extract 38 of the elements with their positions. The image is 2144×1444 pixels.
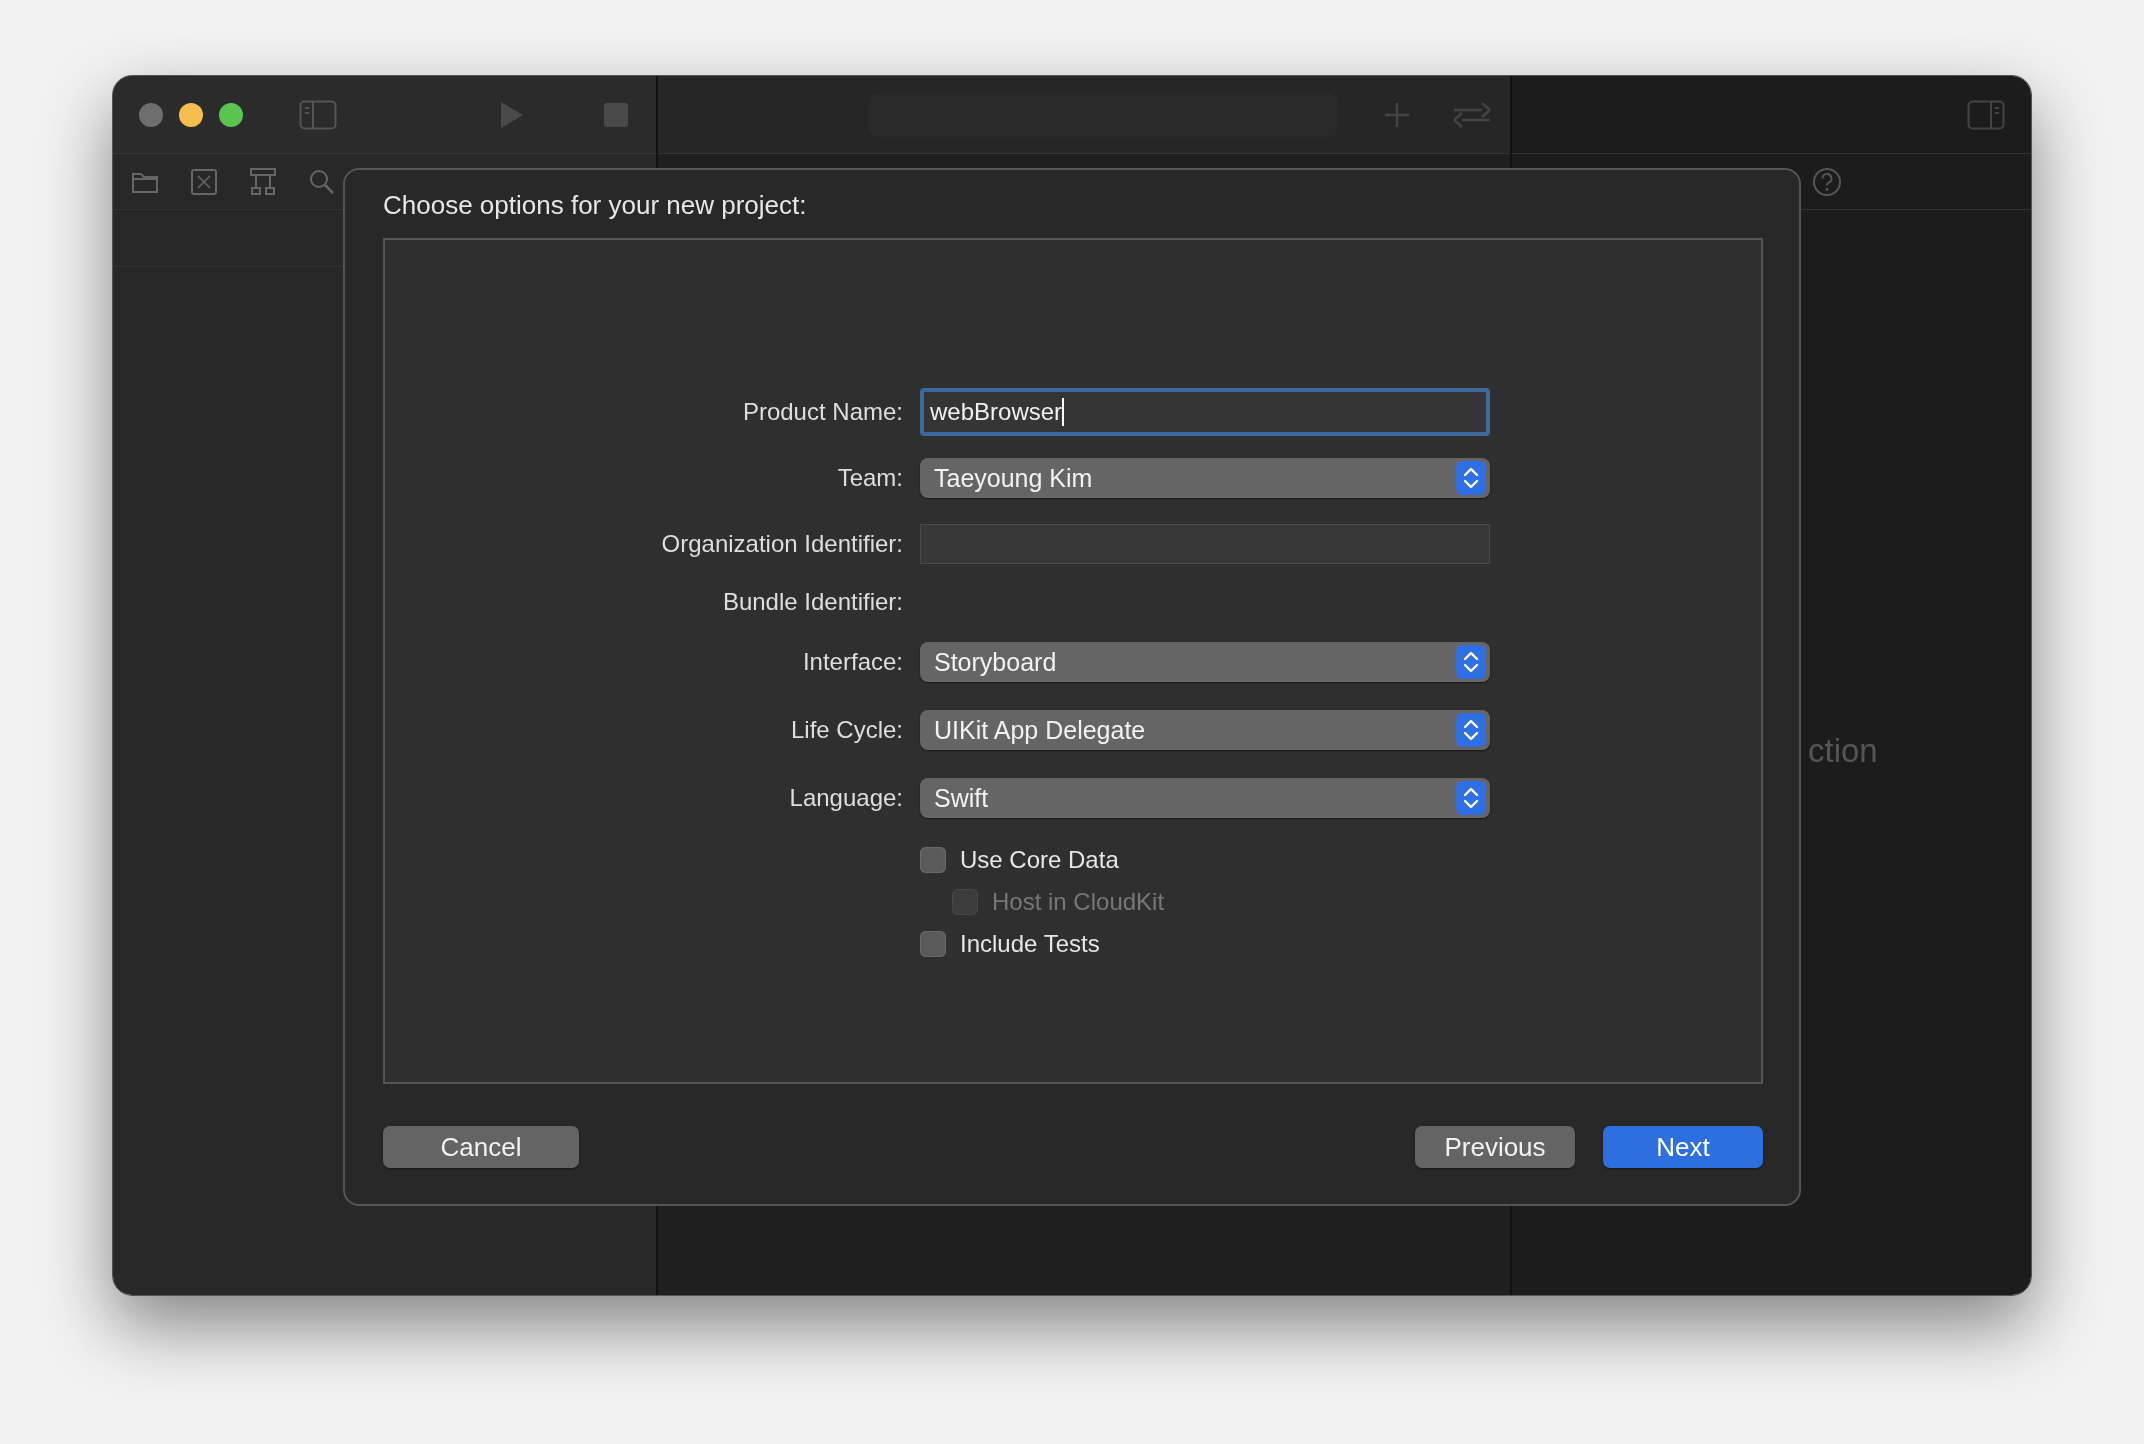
popup-button[interactable]: Taeyoung Kim	[920, 458, 1490, 498]
next-button[interactable]: Next	[1603, 1126, 1763, 1168]
checkbox[interactable]	[920, 847, 946, 873]
checkbox[interactable]	[920, 931, 946, 957]
search-icon[interactable]	[309, 168, 335, 195]
stepper-icon	[1456, 713, 1486, 747]
placeholder-text: ction	[1808, 732, 1878, 770]
hierarchy-icon[interactable]	[249, 167, 277, 196]
stepper-icon	[1456, 781, 1486, 815]
field-label: Interface:	[801, 647, 903, 677]
popup-button[interactable]: Swift	[920, 778, 1490, 818]
field-label: Language:	[788, 783, 903, 813]
inspector-toggle-icon[interactable]	[1967, 99, 2005, 130]
field-label: Organization Identifier:	[660, 529, 903, 559]
previous-button[interactable]: Previous	[1415, 1126, 1575, 1168]
field-label: Bundle Identifier:	[721, 587, 903, 617]
field-label: Team:	[836, 463, 903, 493]
field-label: Life Cycle:	[789, 715, 903, 745]
checkbox-label[interactable]: Use Core Data	[960, 846, 1119, 874]
add-icon[interactable]	[1384, 101, 1410, 128]
cancel-button[interactable]: Cancel	[383, 1126, 579, 1168]
stop-icon[interactable]	[603, 101, 629, 128]
stepper-icon	[1456, 461, 1486, 495]
field-label: Product Name:	[741, 397, 903, 427]
help-icon[interactable]	[1812, 166, 1842, 197]
dialog-title: Choose options for your new project:	[383, 189, 808, 222]
popup-button[interactable]: UIKit App Delegate	[920, 710, 1490, 750]
close-button[interactable]	[139, 102, 163, 127]
zoom-button[interactable]	[219, 102, 243, 127]
sidebar-toggle-icon[interactable]	[299, 99, 337, 130]
popup-button[interactable]: Storyboard	[920, 642, 1490, 682]
checkbox-label[interactable]: Include Tests	[960, 930, 1100, 958]
stepper-icon	[1456, 645, 1486, 679]
text-field[interactable]: webBrowser	[920, 388, 1490, 436]
close-square-icon[interactable]	[191, 168, 217, 195]
minimize-button[interactable]	[179, 102, 203, 127]
swap-arrows-icon[interactable]	[1452, 99, 1492, 130]
run-icon[interactable]	[499, 99, 525, 130]
